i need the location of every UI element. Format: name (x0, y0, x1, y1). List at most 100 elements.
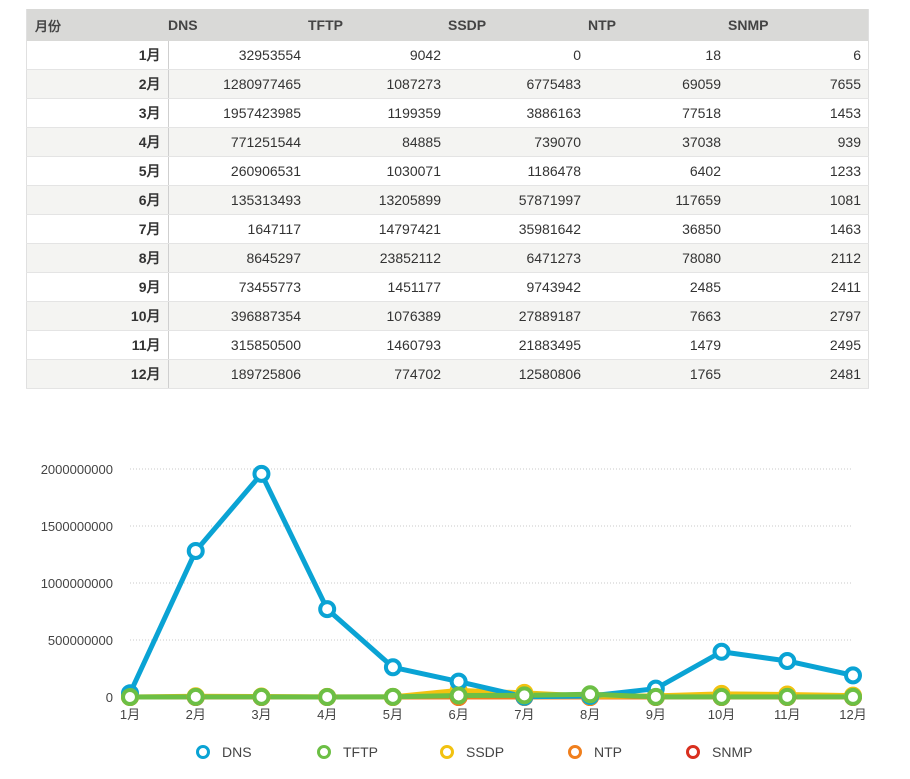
header-tftp: TFTP (308, 9, 448, 41)
legend-item-tftp[interactable]: TFTP (317, 744, 378, 760)
table-body: 1月 32953554 9042 0 18 6 2月 1280977465 1087273 677… (26, 41, 869, 389)
value-cell: 1280977465 (168, 69, 308, 99)
x-tick-label: 10月 (708, 707, 735, 722)
data-point-dns[interactable] (449, 672, 468, 691)
month-cell: 12月 (26, 359, 169, 389)
y-tick-label: 1000000000 (41, 576, 113, 591)
data-point-tftp[interactable] (515, 686, 534, 705)
x-tick-label: 1月 (120, 707, 140, 722)
value-cell: 1463 (728, 214, 869, 244)
table-row: 12月 189725806 774702 12580806 1765 2481 (26, 359, 869, 389)
legend-item-ssdp[interactable]: SSDP (440, 744, 504, 760)
chart-legend: DNS TFTP SSDP NTP SNMP (0, 744, 910, 764)
legend-label: TFTP (343, 744, 378, 760)
x-tick-label: 3月 (251, 707, 271, 722)
month-cell: 6月 (26, 185, 169, 215)
value-cell: 32953554 (168, 41, 308, 70)
value-cell: 2481 (728, 359, 869, 389)
data-point-tftp[interactable] (121, 687, 139, 706)
data-table: 月份 DNS TFTP SSDP NTP SNMP 1月 32953554 9042… (26, 9, 869, 389)
value-cell: 7655 (728, 69, 869, 99)
value-cell: 1199359 (308, 98, 448, 128)
data-point-dns[interactable] (252, 464, 271, 483)
legend-item-snmp[interactable]: SNMP (686, 744, 752, 760)
value-cell: 37038 (588, 127, 728, 157)
value-cell: 36850 (588, 214, 728, 244)
data-point-tftp[interactable] (844, 687, 862, 706)
table-row: 4月 771251544 84885 739070 37038 939 (26, 127, 869, 157)
value-cell: 1081 (728, 185, 869, 215)
data-point-tftp[interactable] (778, 687, 797, 706)
value-cell: 396887354 (168, 301, 308, 331)
value-cell: 739070 (448, 127, 588, 157)
value-cell: 69059 (588, 69, 728, 99)
data-point-tftp[interactable] (449, 686, 468, 705)
table-row: 7月 1647117 14797421 35981642 36850 1463 (26, 214, 869, 244)
value-cell: 1453 (728, 98, 869, 128)
line-chart: 0 500000000 1000000000 1500000000 2000000000… (41, 462, 867, 722)
data-point-tftp[interactable] (646, 687, 665, 706)
value-cell: 1647117 (168, 214, 308, 244)
value-cell: 2495 (728, 330, 869, 360)
x-tick-label: 9月 (646, 707, 666, 722)
value-cell: 117659 (588, 185, 728, 215)
header-ssdp: SSDP (448, 9, 588, 41)
legend-item-ntp[interactable]: NTP (568, 744, 622, 760)
data-point-dns[interactable] (712, 642, 731, 661)
data-point-tftp[interactable] (581, 685, 600, 704)
value-cell: 7663 (588, 301, 728, 331)
table-row: 5月 260906531 1030071 1186478 6402 1233 (26, 156, 869, 186)
data-point-tftp[interactable] (383, 687, 402, 706)
month-cell: 4月 (26, 127, 169, 157)
data-point-dns[interactable] (778, 651, 797, 670)
legend-label: DNS (222, 744, 252, 760)
value-cell: 2485 (588, 272, 728, 302)
value-cell: 9042 (308, 41, 448, 70)
header-snmp: SNMP (728, 9, 869, 41)
table-row: 3月 1957423985 1199359 3886163 77518 1453 (26, 98, 869, 128)
value-cell: 260906531 (168, 156, 308, 186)
data-point-dns[interactable] (844, 666, 862, 685)
value-cell: 2112 (728, 243, 869, 273)
data-point-dns[interactable] (186, 541, 205, 560)
x-tick-label: 6月 (449, 707, 469, 722)
table-row: 11月 315850500 1460793 21883495 1479 2495 (26, 330, 869, 360)
data-point-tftp[interactable] (712, 687, 731, 706)
value-cell: 1030071 (308, 156, 448, 186)
table-row: 6月 135313493 13205899 57871997 117659 1081 (26, 185, 869, 215)
data-point-tftp[interactable] (186, 687, 205, 706)
header-month: 月份 (26, 9, 168, 41)
value-cell: 8645297 (168, 243, 308, 273)
value-cell: 6775483 (448, 69, 588, 99)
x-tick-label: 7月 (514, 707, 534, 722)
data-point-tftp[interactable] (318, 687, 337, 706)
data-point-dns[interactable] (318, 600, 337, 619)
month-cell: 9月 (26, 272, 169, 302)
value-cell: 1076389 (308, 301, 448, 331)
value-cell: 6 (728, 41, 869, 70)
x-tick-label: 8月 (580, 707, 600, 722)
data-point-dns[interactable] (383, 658, 402, 677)
value-cell: 13205899 (308, 185, 448, 215)
value-cell: 9743942 (448, 272, 588, 302)
x-tick-label: 12月 (839, 707, 866, 722)
x-tick-label: 4月 (317, 707, 337, 722)
value-cell: 6402 (588, 156, 728, 186)
value-cell: 1765 (588, 359, 728, 389)
value-cell: 27889187 (448, 301, 588, 331)
value-cell: 6471273 (448, 243, 588, 273)
value-cell: 1460793 (308, 330, 448, 360)
table-row: 9月 73455773 1451177 9743942 2485 2411 (26, 272, 869, 302)
value-cell: 84885 (308, 127, 448, 157)
value-cell: 35981642 (448, 214, 588, 244)
table-row: 1月 32953554 9042 0 18 6 (26, 41, 869, 70)
month-cell: 2月 (26, 69, 169, 99)
x-tick-label: 2月 (186, 707, 206, 722)
value-cell: 774702 (308, 359, 448, 389)
value-cell: 78080 (588, 243, 728, 273)
data-point-tftp[interactable] (252, 687, 271, 706)
y-tick-label: 0 (106, 690, 113, 705)
legend-marker-icon (568, 745, 582, 759)
legend-item-dns[interactable]: DNS (196, 744, 252, 760)
legend-label: NTP (594, 744, 622, 760)
